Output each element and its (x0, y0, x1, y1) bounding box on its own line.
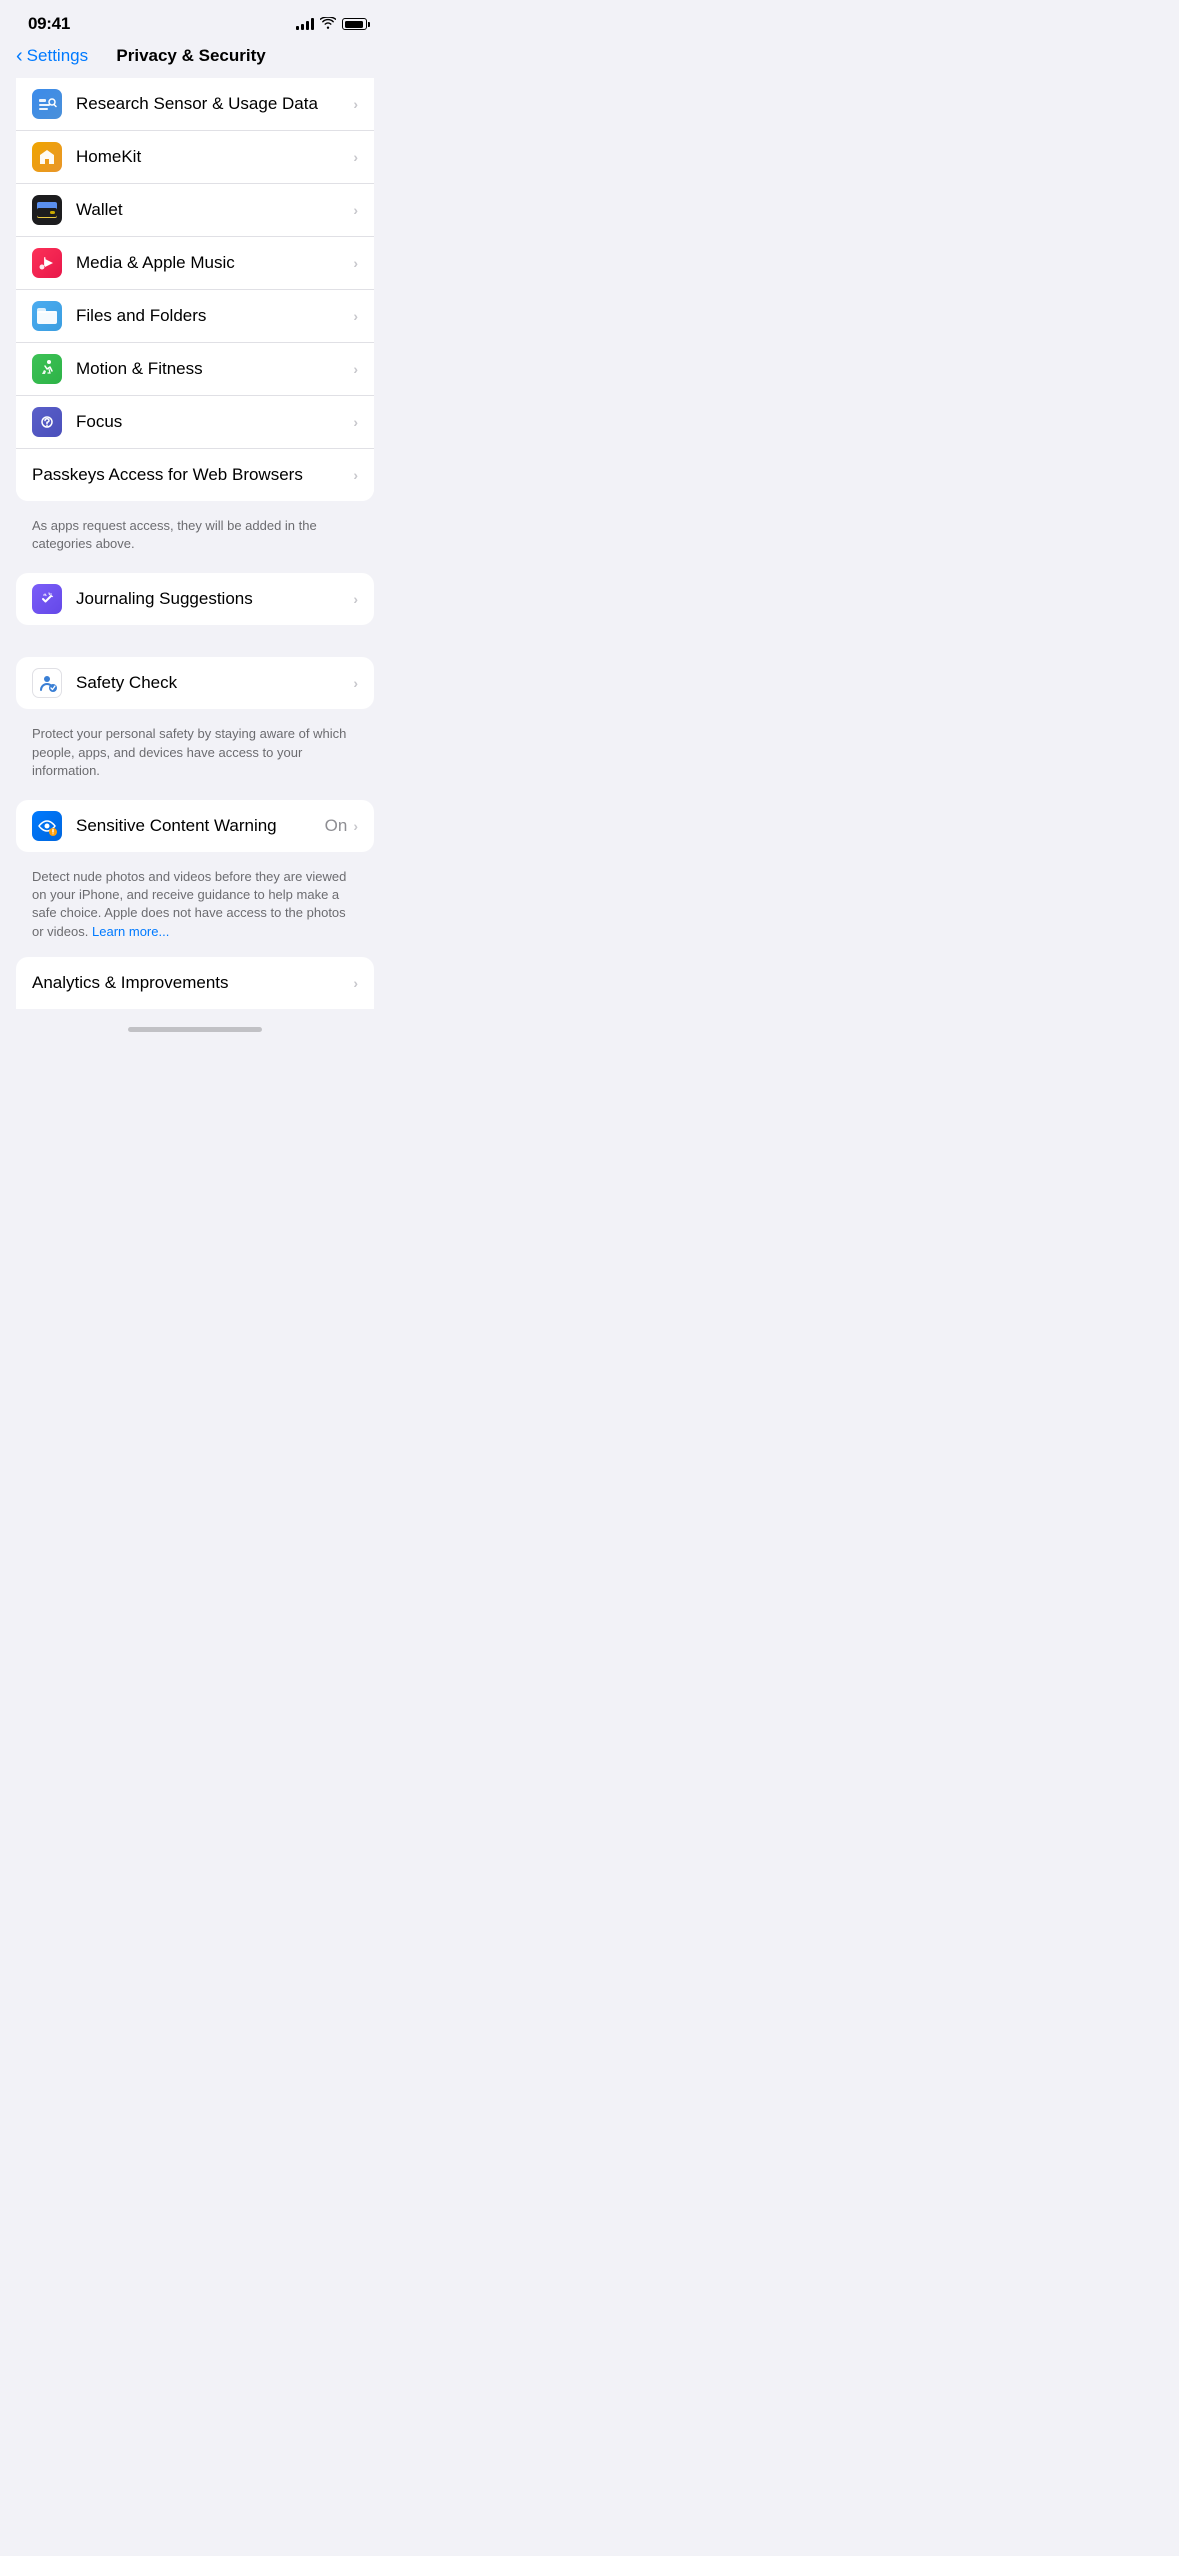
analytics-section-partial: Analytics & Improvements › (16, 957, 374, 1009)
wallet-label: Wallet (76, 200, 353, 220)
sensitive-label: Sensitive Content Warning (76, 816, 325, 836)
learn-more-link[interactable]: Learn more... (92, 924, 169, 939)
home-bar (128, 1027, 262, 1032)
files-chevron: › (353, 308, 358, 324)
files-label: Files and Folders (76, 306, 353, 326)
analytics-row[interactable]: Analytics & Improvements › (16, 957, 374, 1009)
motion-label: Motion & Fitness (76, 359, 353, 379)
sensitive-chevron: › (353, 818, 358, 834)
safety-section: Safety Check › (16, 657, 374, 709)
back-button[interactable]: ‹ Settings (16, 46, 88, 66)
back-label: Settings (27, 46, 88, 66)
wifi-icon (320, 16, 336, 32)
files-icon (32, 301, 62, 331)
safety-footer: Protect your personal safety by staying … (0, 717, 390, 800)
analytics-chevron: › (353, 975, 358, 991)
motion-row[interactable]: Motion & Fitness › (16, 343, 374, 396)
safety-chevron: › (353, 675, 358, 691)
section-footer: As apps request access, they will be add… (0, 509, 390, 573)
focus-chevron: › (353, 414, 358, 430)
motion-chevron: › (353, 361, 358, 377)
safety-row[interactable]: Safety Check › (16, 657, 374, 709)
motion-icon (32, 354, 62, 384)
battery-icon (342, 18, 370, 30)
media-chevron: › (353, 255, 358, 271)
research-row[interactable]: Research Sensor & Usage Data › (16, 78, 374, 131)
page-title: Privacy & Security (88, 46, 294, 66)
focus-icon (32, 407, 62, 437)
journaling-row[interactable]: Journaling Suggestions › (16, 573, 374, 625)
sensitive-footer: Detect nude photos and videos before the… (0, 860, 390, 957)
status-time: 09:41 (28, 14, 70, 34)
research-icon (32, 89, 62, 119)
analytics-label: Analytics & Improvements (32, 973, 353, 993)
safety-label: Safety Check (76, 673, 353, 693)
journaling-label: Journaling Suggestions (76, 589, 353, 609)
sensitive-icon (32, 811, 62, 841)
media-row[interactable]: Media & Apple Music › (16, 237, 374, 290)
wallet-icon (32, 195, 62, 225)
research-label: Research Sensor & Usage Data (76, 94, 353, 114)
status-bar: 09:41 (0, 0, 390, 38)
homekit-label: HomeKit (76, 147, 353, 167)
passkeys-row[interactable]: Passkeys Access for Web Browsers › (16, 449, 374, 501)
journaling-chevron: › (353, 591, 358, 607)
back-chevron-icon: ‹ (16, 46, 23, 66)
passkeys-label: Passkeys Access for Web Browsers (32, 465, 353, 485)
wallet-chevron: › (353, 202, 358, 218)
journaling-section: Journaling Suggestions › (16, 573, 374, 625)
sensitive-value: On (325, 816, 348, 836)
media-icon (32, 248, 62, 278)
focus-row[interactable]: Focus › (16, 396, 374, 449)
nav-bar: ‹ Settings Privacy & Security (0, 38, 390, 78)
sensitive-row[interactable]: Sensitive Content Warning On › (16, 800, 374, 852)
wallet-row[interactable]: Wallet › (16, 184, 374, 237)
focus-label: Focus (76, 412, 353, 432)
signal-icon (296, 18, 314, 30)
safety-icon (32, 668, 62, 698)
media-label: Media & Apple Music (76, 253, 353, 273)
homekit-row[interactable]: HomeKit › (16, 131, 374, 184)
home-indicator (0, 1019, 390, 1038)
files-row[interactable]: Files and Folders › (16, 290, 374, 343)
homekit-icon (32, 142, 62, 172)
passkeys-chevron: › (353, 467, 358, 483)
homekit-chevron: › (353, 149, 358, 165)
privacy-items-section: Research Sensor & Usage Data › HomeKit ›… (16, 78, 374, 501)
research-chevron: › (353, 96, 358, 112)
journaling-icon (32, 584, 62, 614)
status-icons (296, 16, 370, 32)
sensitive-section: Sensitive Content Warning On › (16, 800, 374, 852)
